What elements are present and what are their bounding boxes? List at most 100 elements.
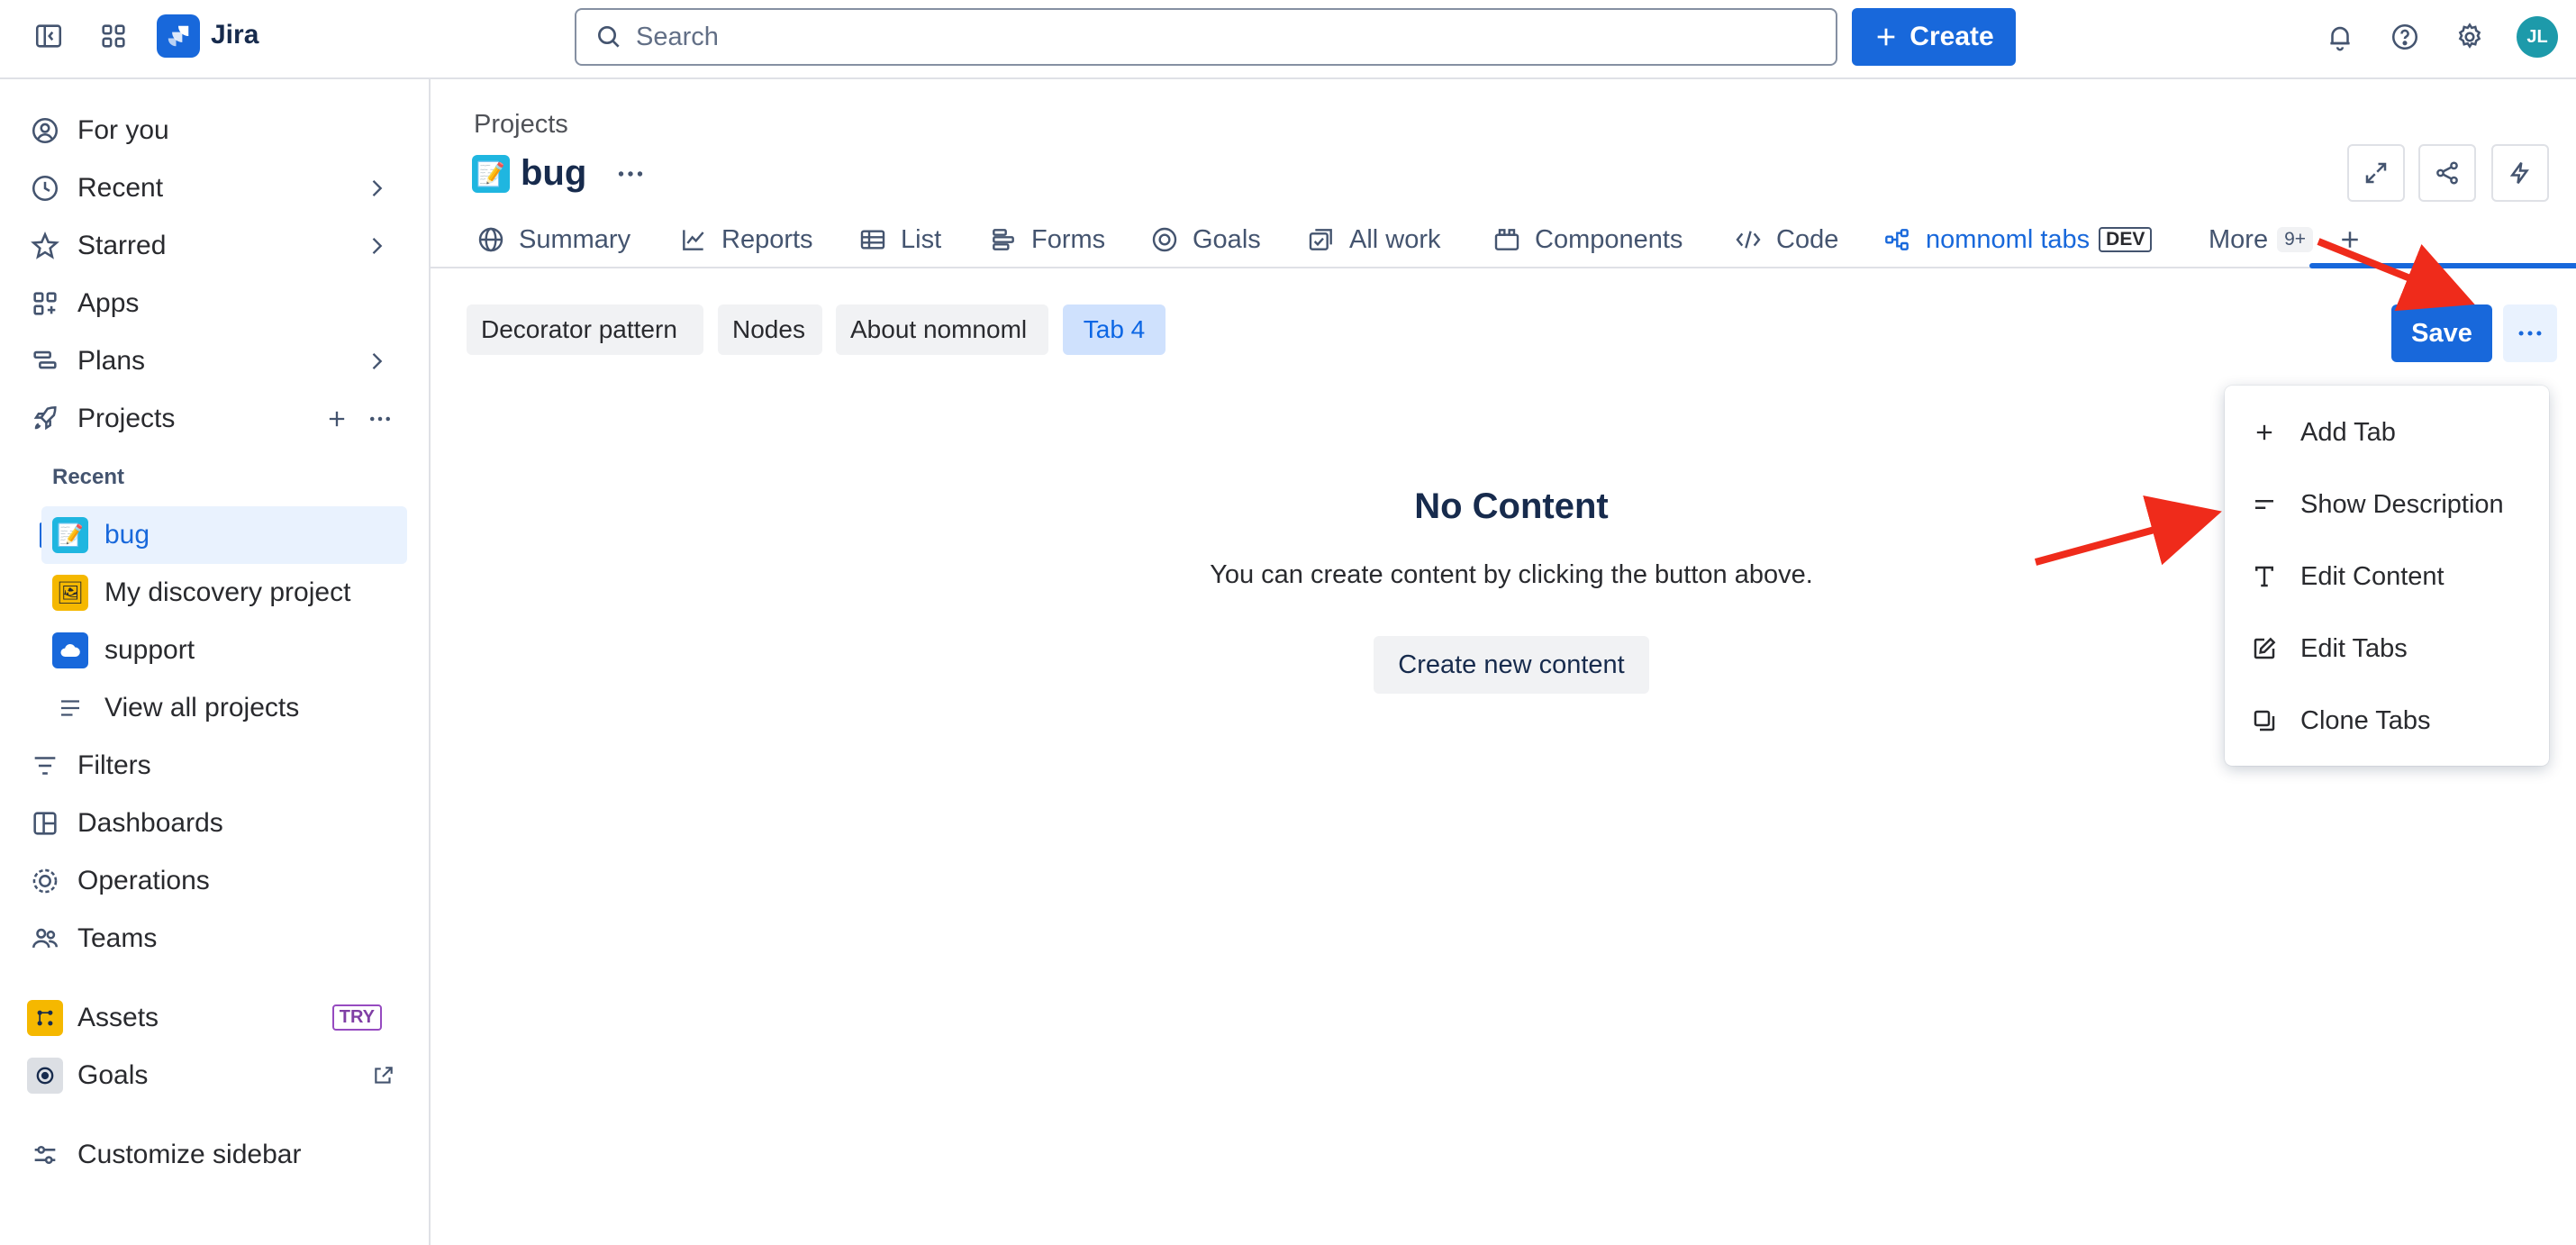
user-circle-icon [27,113,63,149]
sidebar-item-label: Plans [77,346,146,376]
tab-summary[interactable]: Summary [476,213,630,267]
project-notepad-icon: 📝 [472,155,510,193]
chevron-right-icon[interactable] [358,228,395,264]
create-button-label: Create [1909,22,1994,51]
content-tab-decorator-pattern[interactable]: Decorator pattern [467,304,703,355]
sidebar-item-for-you[interactable]: For you [27,105,405,157]
tab-forms[interactable]: Forms [988,213,1105,267]
menu-item-clone-tabs[interactable]: Clone Tabs [2225,689,2549,752]
help-icon[interactable] [2383,15,2426,59]
tab-all-work[interactable]: All work [1306,213,1441,267]
tab-label: List [901,224,942,254]
sidebar-item-operations[interactable]: Operations [27,855,405,907]
menu-item-show-description[interactable]: Show Description [2225,473,2549,536]
app-switcher-icon[interactable] [92,14,135,58]
breadcrumb[interactable]: Projects [474,110,568,140]
external-link-icon[interactable] [369,1061,398,1090]
add-tab-plus-icon[interactable] [2336,213,2363,267]
menu-item-edit-content[interactable]: Edit Content [2225,545,2549,608]
sidebar-project-bug[interactable]: 📝 bug [41,506,407,564]
content-tab-tab-4[interactable]: Tab 4 [1063,304,1166,355]
projects-more-icon[interactable] [362,401,398,437]
tab-components[interactable]: Components [1492,213,1683,267]
annotation-arrow-to-show-description [2034,495,2222,566]
sidebar-project-support[interactable]: support [41,622,407,679]
discovery-project-icon: 🖼 [52,575,88,611]
title-more-icon[interactable] [609,155,652,193]
project-label: My discovery project [104,577,351,607]
sidebar-customize[interactable]: Customize sidebar [27,1129,405,1181]
description-icon [2246,486,2282,523]
tab-label: More [2209,224,2269,254]
app-name[interactable]: Jira [211,20,259,50]
project-label: View all projects [104,693,300,722]
sidebar-item-filters[interactable]: Filters [27,740,405,792]
globe-icon [476,224,506,255]
search-icon [598,26,620,48]
jira-logo-icon[interactable] [157,14,200,58]
search-box[interactable] [575,8,1837,66]
share-button[interactable] [2418,144,2476,202]
notifications-icon[interactable] [2318,15,2362,59]
goals-target-icon [27,1058,63,1094]
diagram-nodes-icon [1882,224,1913,255]
lightning-icon [2509,162,2529,184]
menu-item-label: Add Tab [2300,417,2396,447]
sidebar-view-all-projects[interactable]: View all projects [41,679,407,737]
tab-code[interactable]: Code [1733,213,1838,267]
sidebar-item-label: Apps [77,288,140,318]
sidebar-item-apps[interactable]: Apps [27,277,405,330]
sidebar-item-dashboards[interactable]: Dashboards [27,797,405,850]
menu-item-edit-tabs[interactable]: Edit Tabs [2225,617,2549,680]
fullscreen-button[interactable] [2347,144,2405,202]
add-project-plus-icon[interactable] [319,401,355,437]
more-actions-button[interactable] [2503,304,2557,362]
sidebar-item-goals[interactable]: Goals [27,1050,405,1102]
chart-line-icon [678,224,709,255]
content-tab-nodes[interactable]: Nodes [718,304,822,355]
content-tab-about-nomnoml[interactable]: About nomnoml [836,304,1048,355]
plus-icon [1877,28,1895,46]
code-icon [1733,224,1764,255]
sidebar-item-starred[interactable]: Starred [27,220,405,272]
tab-goals[interactable]: Goals [1149,213,1261,267]
sidebar-item-teams[interactable]: Teams [27,913,405,965]
clock-icon [27,170,63,206]
tab-list[interactable]: List [857,213,941,267]
sidebar-item-recent[interactable]: Recent [27,162,405,214]
sidebar-item-label: Teams [77,923,158,953]
chevron-right-icon[interactable] [358,170,395,206]
tab-label: Summary [519,224,631,254]
create-button[interactable]: Create [1852,8,2016,66]
sidebar-item-label: Operations [77,866,210,895]
tab-more[interactable]: More 9+ [2209,213,2314,267]
sidebar-item-label: Recent [77,173,164,203]
search-input[interactable] [634,21,1809,53]
table-icon [857,224,888,255]
sidebar-item-projects[interactable]: Projects [27,393,405,445]
sidebar-item-assets[interactable]: Assets TRY [27,992,405,1044]
create-new-content-button[interactable]: Create new content [1374,636,1649,694]
work-stack-icon [1306,224,1337,255]
tab-reports[interactable]: Reports [678,213,813,267]
customize-sliders-icon [27,1137,63,1173]
sidebar-item-label: Customize sidebar [77,1140,302,1169]
sidebar-project-discovery[interactable]: 🖼 My discovery project [41,564,407,622]
user-avatar[interactable]: JL [2517,16,2558,58]
tab-label: Goals [1193,224,1261,254]
top-bar: Jira Create JL [0,0,2576,79]
sidebar-item-label: Filters [77,750,151,780]
tab-nomnoml-tabs[interactable]: nomnoml tabs DEV [1882,213,2153,267]
sidebar-toggle-icon[interactable] [27,14,70,58]
automation-button[interactable] [2491,144,2549,202]
settings-gear-icon[interactable] [2448,15,2491,59]
plus-icon [2246,414,2282,450]
apps-icon [27,286,63,322]
chevron-right-icon[interactable] [358,343,395,379]
save-button[interactable]: Save [2391,304,2492,362]
menu-item-add-tab[interactable]: Add Tab [2225,401,2549,464]
sidebar-item-plans[interactable]: Plans [27,335,405,387]
clone-icon [2246,703,2282,739]
star-icon [27,228,63,264]
menu-item-label: Clone Tabs [2300,705,2431,735]
